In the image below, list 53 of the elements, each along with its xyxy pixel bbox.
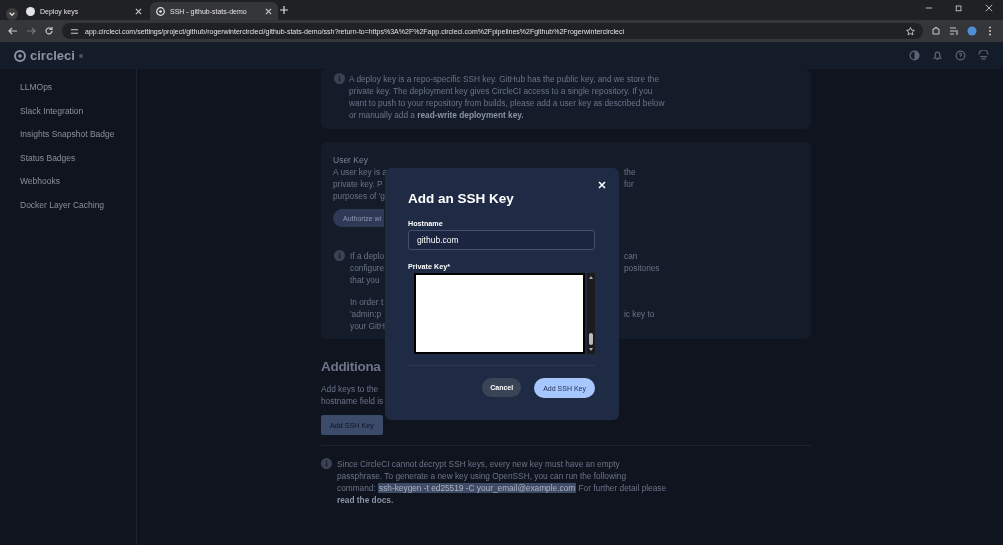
sidebar-item[interactable]: Webhooks xyxy=(20,175,136,188)
info-text: that you xyxy=(350,274,380,286)
close-icon[interactable] xyxy=(135,7,142,15)
star-icon[interactable] xyxy=(906,26,915,36)
circle-logo-icon xyxy=(156,6,165,16)
docs-link[interactable]: read the docs. xyxy=(337,495,394,505)
card-title: User Key xyxy=(333,154,369,166)
back-icon[interactable] xyxy=(8,26,18,36)
info-text: can xyxy=(624,250,638,262)
info-text: 'admin:p xyxy=(350,308,382,320)
sidebar-item[interactable]: Status Badges xyxy=(20,151,136,164)
info-text: ic key to xyxy=(624,308,655,320)
logo-text[interactable]: circleci xyxy=(30,48,75,63)
info-icon xyxy=(321,458,332,469)
scrollbar[interactable] xyxy=(587,273,595,354)
info-text: configure xyxy=(350,262,385,274)
info-text: positories xyxy=(624,262,660,274)
deploy-key-text: A deploy key is a repo-specific SSH key. GitHub has the public key, and we store the private key. The deployment key gives CircleCI access to a single repository. If you want to push to your repository from builds, please add a user key as described below or manually add a read-write deployment key. xyxy=(349,73,666,119)
restore-icon[interactable] xyxy=(955,3,963,12)
description-text: for xyxy=(624,178,634,190)
description-text: hostname field is xyxy=(321,395,384,407)
private-key-field[interactable] xyxy=(414,273,585,354)
description-text: private key. P xyxy=(333,178,383,190)
tab-search-icon[interactable] xyxy=(6,8,18,20)
new-tab-icon[interactable] xyxy=(280,6,288,14)
description-text: the xyxy=(624,166,636,178)
description-text: purposes of 'g xyxy=(333,190,385,202)
theme-icon[interactable] xyxy=(909,50,920,61)
section-heading: Additiona xyxy=(321,359,381,374)
sidebar-item[interactable]: Insights Snapshot Badge xyxy=(20,128,136,141)
info-icon xyxy=(334,73,345,84)
note-text: Since CircleCI cannot decrypt SSH keys, every new key must have an empty passphrase. To generate a new key using OpenSSH, you can run the following command: ssh-keygen -t ed25519 -C your_email@example.com For further detail please read the docs. xyxy=(337,458,667,506)
hostname-field[interactable]: github.com xyxy=(408,230,595,250)
info-text: your GitH xyxy=(350,320,386,332)
info-text: If a deplo xyxy=(350,250,385,262)
sidebar-item[interactable]: LLMOps xyxy=(20,81,136,94)
close-icon[interactable] xyxy=(985,3,993,12)
media-icon[interactable] xyxy=(949,26,959,36)
sidebar-item[interactable]: Slack Integration xyxy=(20,104,136,117)
reload-icon[interactable] xyxy=(44,26,54,36)
info-icon xyxy=(334,250,345,261)
status-dot xyxy=(78,53,83,58)
description-text: Add keys to the xyxy=(321,383,379,395)
info-text: In order t xyxy=(350,296,384,308)
logo-icon xyxy=(14,49,26,62)
dialog-title: Add an SSH Key xyxy=(408,191,515,206)
bell-icon[interactable] xyxy=(932,50,943,61)
forward-icon[interactable] xyxy=(26,26,36,36)
profile-icon[interactable] xyxy=(967,26,977,36)
help-icon[interactable] xyxy=(955,50,966,61)
close-icon[interactable] xyxy=(265,7,272,15)
site-settings-icon[interactable] xyxy=(70,26,79,36)
sidebar-item[interactable]: Docker Layer Caching xyxy=(20,198,136,211)
